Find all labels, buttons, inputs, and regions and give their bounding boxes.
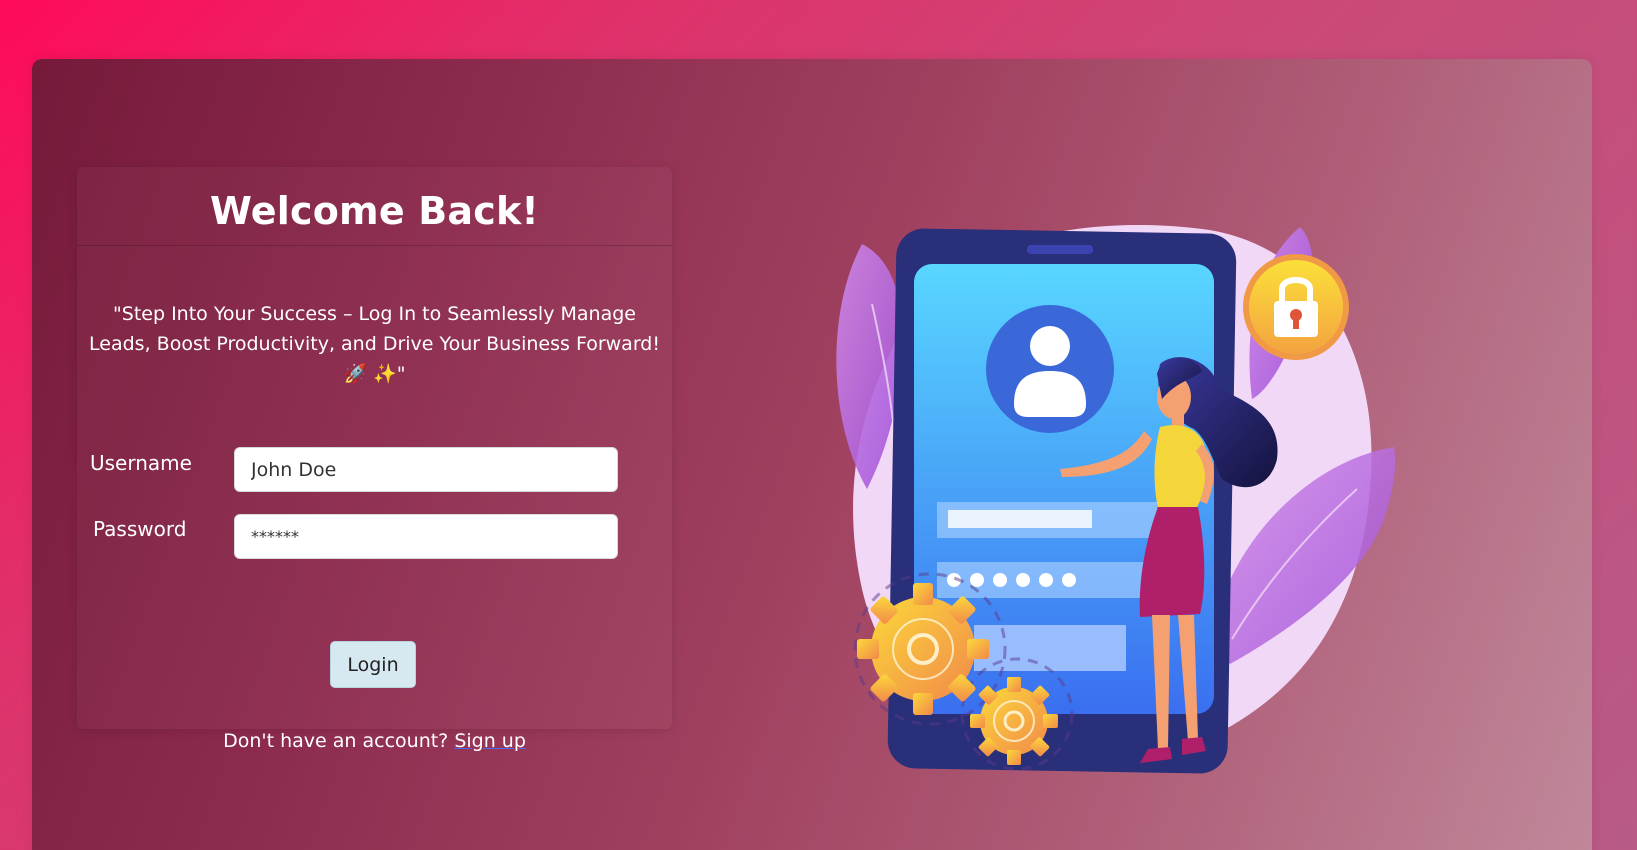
signup-line: Don't have an account? Sign up xyxy=(77,730,672,752)
user-avatar-icon xyxy=(986,305,1114,433)
gear-icon xyxy=(857,583,989,715)
password-label: Password xyxy=(93,517,187,541)
password-dots-icon xyxy=(937,562,1157,598)
small-gear-icon xyxy=(970,677,1058,765)
page-title: Welcome Back! xyxy=(210,189,539,233)
password-input[interactable] xyxy=(234,514,618,559)
padlock-icon xyxy=(1243,254,1349,360)
login-card: Welcome Back! "Step Into Your Success – … xyxy=(77,167,672,752)
title-divider xyxy=(77,245,672,246)
username-label: Username xyxy=(90,451,192,475)
login-frame: Welcome Back! "Step Into Your Success – … xyxy=(32,59,1592,850)
signup-prompt: Don't have an account? xyxy=(223,730,449,752)
tagline-text: "Step Into Your Success – Log In to Seam… xyxy=(89,303,660,385)
signup-link[interactable]: Sign up xyxy=(454,730,526,752)
username-input[interactable] xyxy=(234,447,618,492)
login-illustration xyxy=(836,225,1396,774)
login-button[interactable]: Login xyxy=(330,641,416,688)
